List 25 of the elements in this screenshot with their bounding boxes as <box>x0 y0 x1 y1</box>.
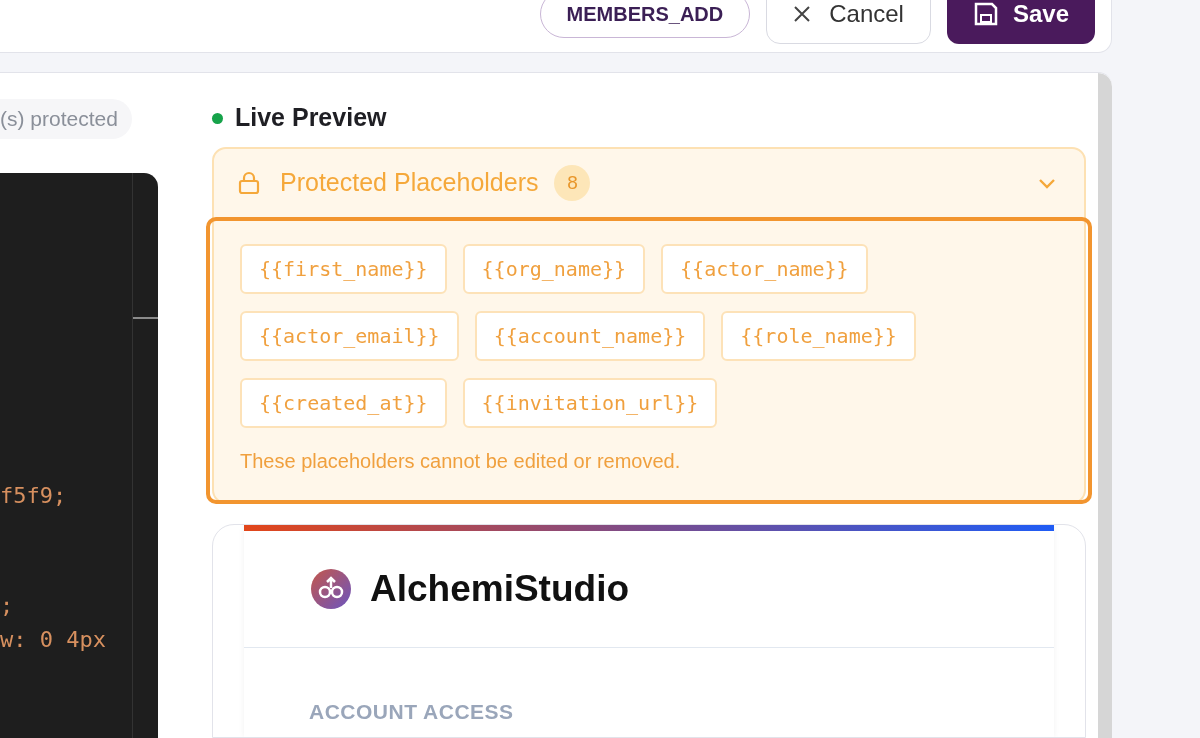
cancel-button[interactable]: Cancel <box>766 0 931 44</box>
placeholder-chip: {{actor_email}} <box>240 311 459 361</box>
placeholder-chip: {{org_name}} <box>462 244 646 294</box>
placeholder-chip: {{actor_name}} <box>661 244 868 294</box>
code-line: ; <box>0 591 14 620</box>
panel-title: Protected Placeholders <box>280 167 539 199</box>
lock-icon <box>238 171 260 195</box>
placeholder-chip: {{invitation_url}} <box>462 378 718 428</box>
placeholder-chip: {{role_name}} <box>721 311 916 361</box>
count-badge: 8 <box>554 165 591 201</box>
save-button[interactable]: Save <box>946 0 1095 44</box>
logo-icon <box>310 568 352 610</box>
code-line: f5f9; <box>0 481 67 510</box>
tag-button[interactable]: MEMBERS_ADD <box>539 0 751 38</box>
placeholder-chip: {{account_name}} <box>474 311 706 361</box>
placeholder-chip: {{created_at}} <box>240 378 447 428</box>
protected-count-badge: (s) protected <box>0 99 132 139</box>
brand-name: AlchemiStudio <box>370 567 630 612</box>
close-icon <box>793 5 812 23</box>
chevron-icon <box>1038 177 1056 189</box>
preview-title: Live Preview <box>235 102 387 134</box>
placeholder-chip: {{first_name}} <box>240 244 447 294</box>
section-label: ACCOUNT ACCESS <box>309 699 515 725</box>
code-line: w: 0 4px <box>0 625 106 654</box>
placeholders-note: These placeholders cannot be edited or removed. <box>240 449 682 474</box>
